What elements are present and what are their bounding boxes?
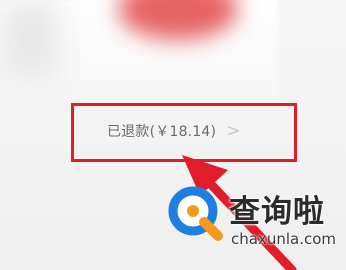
search-q-icon — [168, 186, 223, 241]
watermark: 查询啦 chaxunla.com — [163, 180, 346, 270]
app-screen: 已退款(￥18.14) > 查询啦 chaxunla.com — [0, 0, 346, 270]
watermark-url: chaxunla.com — [231, 230, 336, 248]
watermark-brand-text: 查询啦 — [229, 194, 325, 230]
